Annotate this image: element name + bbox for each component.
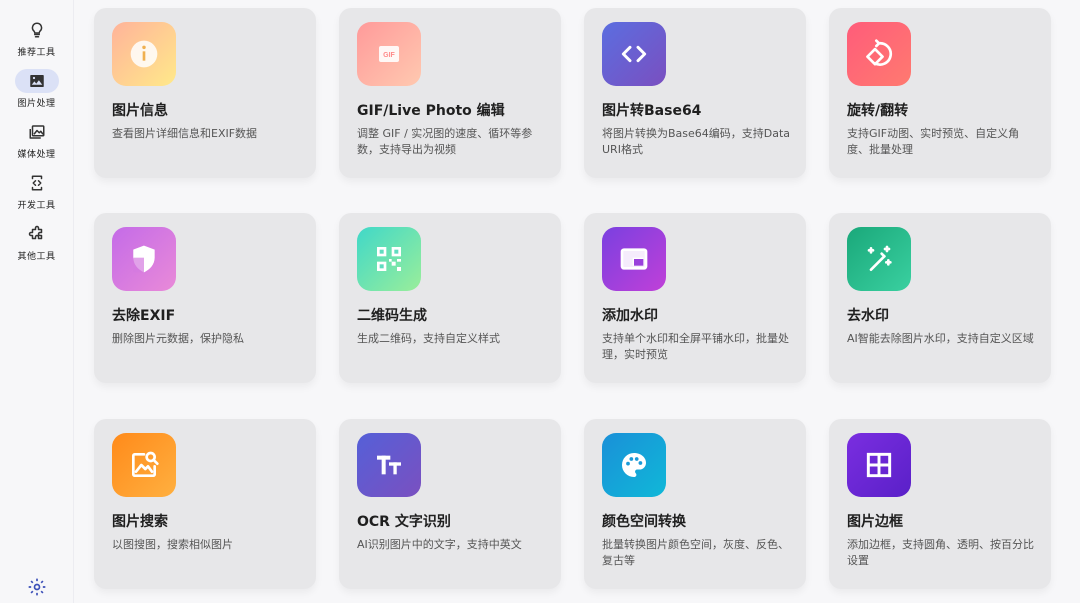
magic-wand-icon [847,227,911,291]
rotate-icon [847,22,911,86]
tool-card-remove-watermark[interactable]: 去水印 AI智能去除图片水印，支持自定义区域 [829,213,1051,383]
tool-description: AI识别图片中的文字，支持中英文 [357,538,522,551]
tool-title: 图片搜索 [112,514,168,530]
tool-card-ocr[interactable]: OCR 文字识别 AI识别图片中的文字，支持中英文 [339,419,561,589]
svg-text:GIF: GIF [383,52,395,59]
tool-description: 以图搜图，搜索相似图片 [112,538,233,551]
tool-card-qrcode[interactable]: 二维码生成 生成二维码，支持自定义样式 [339,213,561,383]
tool-title: 添加水印 [602,308,658,324]
tool-description: 支持单个水印和全屏平铺水印，批量处理，实时预览 [602,332,789,361]
grid-icon [847,433,911,497]
tool-title: OCR 文字识别 [357,514,451,530]
tool-card-image-info[interactable]: 图片信息 查看图片详细信息和EXIF数据 [94,8,316,178]
qrcode-icon [357,227,421,291]
tool-description: 支持GIF动图、实时预览、自定义角度、批量处理 [847,127,1020,156]
sidebar-item-label: 媒体处理 [17,150,56,160]
palette-icon [602,433,666,497]
tool-title: 去水印 [847,308,889,324]
tool-title: GIF/Live Photo 编辑 [357,103,505,119]
app-window: 推荐工具 图片处理 媒体处理 开发工具 其他工具 图片信息 查看图片详细信息和E… [0,0,1080,603]
shield-icon [112,227,176,291]
sidebar-item-label: 其他工具 [17,252,56,262]
tool-card-base64[interactable]: 图片转Base64 将图片转换为Base64编码，支持Data URI格式 [584,8,806,178]
tool-title: 颜色空间转换 [602,514,686,530]
tool-description: 将图片转换为Base64编码，支持Data URI格式 [602,127,791,156]
sidebar: 推荐工具 图片处理 媒体处理 开发工具 其他工具 [0,0,74,603]
tool-description: 删除图片元数据，保护隐私 [112,332,244,345]
image-icon [14,69,59,93]
gear-icon[interactable] [27,577,47,597]
tool-card-rotate[interactable]: 旋转/翻转 支持GIF动图、实时预览、自定义角度、批量处理 [829,8,1051,178]
tool-description: AI智能去除图片水印，支持自定义区域 [847,332,1034,345]
tool-title: 旋转/翻转 [847,103,909,119]
tool-description: 查看图片详细信息和EXIF数据 [112,127,258,140]
sidebar-item-label: 推荐工具 [17,48,56,58]
media-icon [22,120,52,144]
sidebar-item-label: 图片处理 [17,99,56,109]
lightbulb-icon [22,18,52,42]
tool-description: 调整 GIF / 实况图的速度、循环等参数，支持导出为视频 [357,127,533,156]
sidebar-item-image[interactable]: 图片处理 [0,69,74,120]
tool-title: 图片边框 [847,514,903,530]
sidebar-item-other[interactable]: 其他工具 [0,222,74,273]
code-brackets-icon [602,22,666,86]
tool-description: 生成二维码，支持自定义样式 [357,332,500,345]
sidebar-item-dev[interactable]: 开发工具 [0,171,74,222]
tool-title: 图片转Base64 [602,103,702,119]
tool-title: 去除EXIF [112,308,176,324]
tool-card-gif-edit[interactable]: GIF GIF/Live Photo 编辑 调整 GIF / 实况图的速度、循环… [339,8,561,178]
puzzle-icon [22,222,52,246]
sidebar-item-recommended[interactable]: 推荐工具 [0,18,74,69]
tool-card-remove-exif[interactable]: 去除EXIF 删除图片元数据，保护隐私 [94,213,316,383]
tool-description: 批量转换图片颜色空间，灰度、反色、复古等 [602,538,789,567]
tools-grid: 图片信息 查看图片详细信息和EXIF数据 GIF GIF/Live Photo … [74,0,1080,603]
sidebar-item-label: 开发工具 [17,201,56,211]
tool-description: 添加边框，支持圆角、透明、按百分比设置 [847,538,1034,567]
tool-card-border[interactable]: 图片边框 添加边框，支持圆角、透明、按百分比设置 [829,419,1051,589]
tool-card-watermark[interactable]: 添加水印 支持单个水印和全屏平铺水印，批量处理，实时预览 [584,213,806,383]
tool-title: 图片信息 [112,103,168,119]
info-icon [112,22,176,86]
tool-card-color-space[interactable]: 颜色空间转换 批量转换图片颜色空间，灰度、反色、复古等 [584,419,806,589]
tool-title: 二维码生成 [357,308,427,324]
code-icon [22,171,52,195]
watermark-icon [602,227,666,291]
gif-icon: GIF [357,22,421,86]
text-icon [357,433,421,497]
tool-card-image-search[interactable]: 图片搜索 以图搜图，搜索相似图片 [94,419,316,589]
image-search-icon [112,433,176,497]
sidebar-item-media[interactable]: 媒体处理 [0,120,74,171]
